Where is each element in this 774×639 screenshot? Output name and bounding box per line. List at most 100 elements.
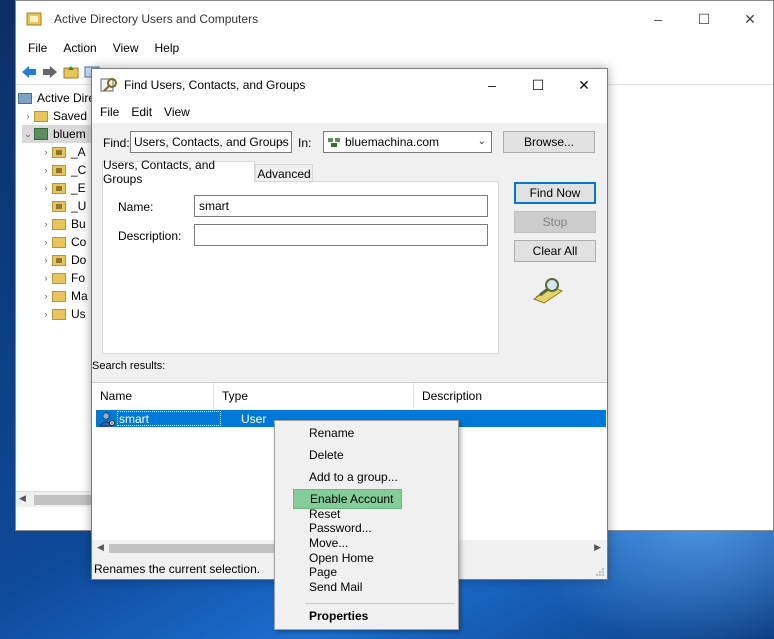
- search-scope-value: bluemachina.com: [345, 135, 440, 149]
- tree-item-label: Do: [71, 253, 87, 267]
- context-menu: Rename Delete Add to a group... Enable A…: [274, 420, 459, 630]
- tree-item-saved-queries[interactable]: › Saved: [22, 107, 88, 125]
- dialog-menu-file[interactable]: File: [94, 105, 125, 119]
- scroll-right-arrow-icon[interactable]: ▶: [594, 542, 601, 553]
- folder-icon: [52, 308, 66, 320]
- collapse-chevron-icon[interactable]: ⌄: [22, 129, 34, 140]
- expand-chevron-icon[interactable]: ›: [40, 165, 52, 175]
- result-name-cell: smart: [117, 411, 221, 426]
- aduc-maximize-button[interactable]: ☐: [681, 1, 727, 37]
- aduc-minimize-button[interactable]: –: [635, 1, 681, 37]
- menu-file[interactable]: File: [20, 41, 55, 55]
- menu-item-add-to-group[interactable]: Add to a group...: [293, 467, 402, 487]
- name-input[interactable]: smart: [194, 195, 488, 217]
- tab-users-contacts-groups[interactable]: Users, Contacts, and Groups: [102, 158, 255, 186]
- user-icon: [99, 411, 115, 426]
- column-header-name[interactable]: Name: [92, 383, 214, 409]
- tree-item-container[interactable]: › Co: [40, 233, 87, 251]
- menu-item-move[interactable]: Move...: [293, 533, 402, 553]
- back-arrow-icon[interactable]: [20, 63, 38, 81]
- menu-action[interactable]: Action: [55, 41, 104, 55]
- folder-icon: [34, 110, 48, 122]
- tab-advanced[interactable]: Advanced: [255, 164, 313, 182]
- expand-chevron-icon[interactable]: ›: [40, 183, 52, 193]
- menu-item-reset-password[interactable]: Reset Password...: [293, 507, 402, 535]
- tree-item-label: _U: [71, 199, 87, 213]
- forward-arrow-icon[interactable]: [41, 63, 59, 81]
- tree-item-label: Co: [71, 235, 87, 249]
- expand-chevron-icon[interactable]: ›: [40, 255, 52, 265]
- tree-item-label: _A: [71, 145, 86, 159]
- tree-item-container[interactable]: › Us: [40, 305, 86, 323]
- dialog-menu-edit[interactable]: Edit: [125, 105, 158, 119]
- menu-item-open-home-page[interactable]: Open Home Page: [293, 551, 402, 579]
- menu-item-delete[interactable]: Delete: [293, 445, 402, 465]
- name-label: Name:: [118, 200, 154, 214]
- tree-item-container[interactable]: › Ma: [40, 287, 88, 305]
- dialog-minimize-button[interactable]: –: [469, 69, 515, 101]
- find-dialog-title: Find Users, Contacts, and Groups: [124, 78, 306, 92]
- description-input[interactable]: [194, 224, 488, 246]
- aduc-root-icon: [18, 92, 32, 104]
- scroll-left-arrow-icon[interactable]: ◀: [97, 542, 104, 553]
- tree-item-label: Bu: [71, 217, 86, 231]
- tree-item-ou[interactable]: › _C: [40, 161, 87, 179]
- find-dialog-title-bar[interactable]: Find Users, Contacts, and Groups – ☐ ✕: [92, 69, 607, 101]
- find-label: Find:: [103, 136, 130, 150]
- dialog-maximize-button[interactable]: ☐: [515, 69, 561, 101]
- expand-chevron-icon[interactable]: ›: [40, 309, 52, 319]
- find-type-dropdown[interactable]: Users, Contacts, and Groups ⌄: [130, 131, 292, 153]
- stop-button[interactable]: Stop: [514, 211, 596, 233]
- clear-all-button[interactable]: Clear All: [514, 240, 596, 262]
- column-header-type[interactable]: Type: [214, 383, 414, 409]
- in-label: In:: [298, 136, 312, 150]
- expand-chevron-icon[interactable]: ›: [40, 273, 52, 283]
- find-dialog-icon: [100, 78, 117, 92]
- tree-item-container[interactable]: › Fo: [40, 269, 86, 287]
- scrollbar-thumb[interactable]: [109, 544, 287, 553]
- browse-button[interactable]: Browse...: [503, 131, 595, 153]
- expand-chevron-icon[interactable]: ›: [40, 147, 52, 157]
- search-scope-dropdown[interactable]: bluemachina.com ⌄: [323, 131, 492, 153]
- tree-item-ou[interactable]: › Do: [40, 251, 87, 269]
- resize-grip-icon[interactable]: [595, 567, 605, 577]
- menu-item-properties[interactable]: Properties: [293, 606, 402, 626]
- tree-item-label: _E: [71, 181, 86, 195]
- chevron-down-icon: ⌄: [277, 136, 286, 147]
- dialog-close-button[interactable]: ✕: [561, 69, 607, 101]
- menu-view[interactable]: View: [105, 41, 147, 55]
- menu-help[interactable]: Help: [147, 41, 188, 55]
- tree-item-label: Us: [71, 307, 86, 321]
- aduc-title-bar[interactable]: Active Directory Users and Computers – ☐…: [16, 1, 773, 37]
- tree-item-label: Ma: [71, 289, 88, 303]
- result-type-cell: User: [241, 411, 267, 426]
- expand-chevron-icon[interactable]: ›: [40, 291, 52, 301]
- find-type-value: Users, Contacts, and Groups: [134, 135, 289, 149]
- tree-item-ou[interactable]: › _E: [40, 179, 86, 197]
- expand-chevron-icon[interactable]: ›: [40, 219, 52, 229]
- menu-item-enable-account[interactable]: Enable Account: [293, 489, 402, 509]
- dialog-menu-view[interactable]: View: [158, 105, 196, 119]
- scroll-left-arrow-icon[interactable]: ◀: [19, 493, 26, 504]
- tree-item-container[interactable]: › Bu: [40, 215, 86, 233]
- tree-item-ou[interactable]: _U: [40, 197, 86, 215]
- menu-item-rename[interactable]: Rename: [293, 423, 402, 443]
- status-text: Renames the current selection.: [94, 562, 261, 576]
- folder-icon: [52, 236, 66, 248]
- scrollbar-thumb[interactable]: [34, 495, 94, 505]
- find-now-button[interactable]: Find Now: [514, 182, 596, 204]
- expand-chevron-icon[interactable]: ›: [40, 237, 52, 247]
- aduc-close-button[interactable]: ✕: [727, 1, 773, 37]
- column-header-description[interactable]: Description: [414, 383, 607, 409]
- magnifier-search-icon: [532, 278, 564, 304]
- menu-item-send-mail[interactable]: Send Mail: [293, 577, 402, 597]
- tree-item-ou[interactable]: › _A: [40, 143, 86, 161]
- ou-folder-icon: [52, 164, 66, 176]
- folder-icon: [52, 272, 66, 284]
- up-folder-icon[interactable]: [62, 63, 80, 81]
- search-criteria-panel: Name: smart Description:: [102, 181, 499, 354]
- expand-chevron-icon[interactable]: ›: [22, 111, 34, 121]
- chevron-down-icon: ⌄: [477, 136, 486, 147]
- tree-item-label: bluem: [53, 127, 86, 141]
- menu-separator: [305, 603, 455, 604]
